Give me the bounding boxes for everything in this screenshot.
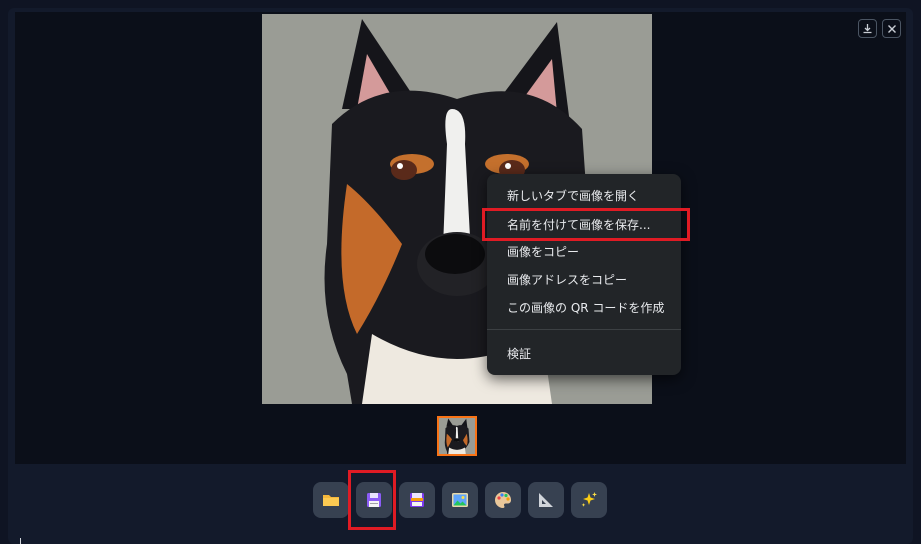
menu-save-image-as[interactable]: 名前を付けて画像を保存...: [487, 211, 681, 239]
download-icon[interactable]: [858, 19, 877, 38]
send-to-img2img-icon[interactable]: [442, 482, 478, 518]
triangle-ruler-icon[interactable]: [528, 482, 564, 518]
image-toolbar: [313, 482, 607, 518]
gallery-thumbnail[interactable]: [437, 416, 477, 456]
save-icon[interactable]: [356, 482, 392, 518]
menu-separator: [487, 329, 681, 330]
menu-copy-image-address[interactable]: 画像アドレスをコピー: [487, 266, 681, 294]
folder-icon[interactable]: [313, 482, 349, 518]
palette-icon[interactable]: [485, 482, 521, 518]
menu-inspect[interactable]: 検証: [487, 340, 681, 368]
close-icon[interactable]: [882, 19, 901, 38]
zip-save-icon[interactable]: [399, 482, 435, 518]
sparkles-icon[interactable]: [571, 482, 607, 518]
menu-copy-image[interactable]: 画像をコピー: [487, 238, 681, 266]
context-menu: 新しいタブで画像を開く 名前を付けて画像を保存... 画像をコピー 画像アドレス…: [487, 174, 681, 375]
menu-open-image-new-tab[interactable]: 新しいタブで画像を開く: [487, 182, 681, 210]
menu-create-qr-code[interactable]: この画像の QR コードを作成: [487, 294, 681, 322]
text-caret: [20, 538, 21, 544]
gallery-actions: [858, 19, 901, 38]
